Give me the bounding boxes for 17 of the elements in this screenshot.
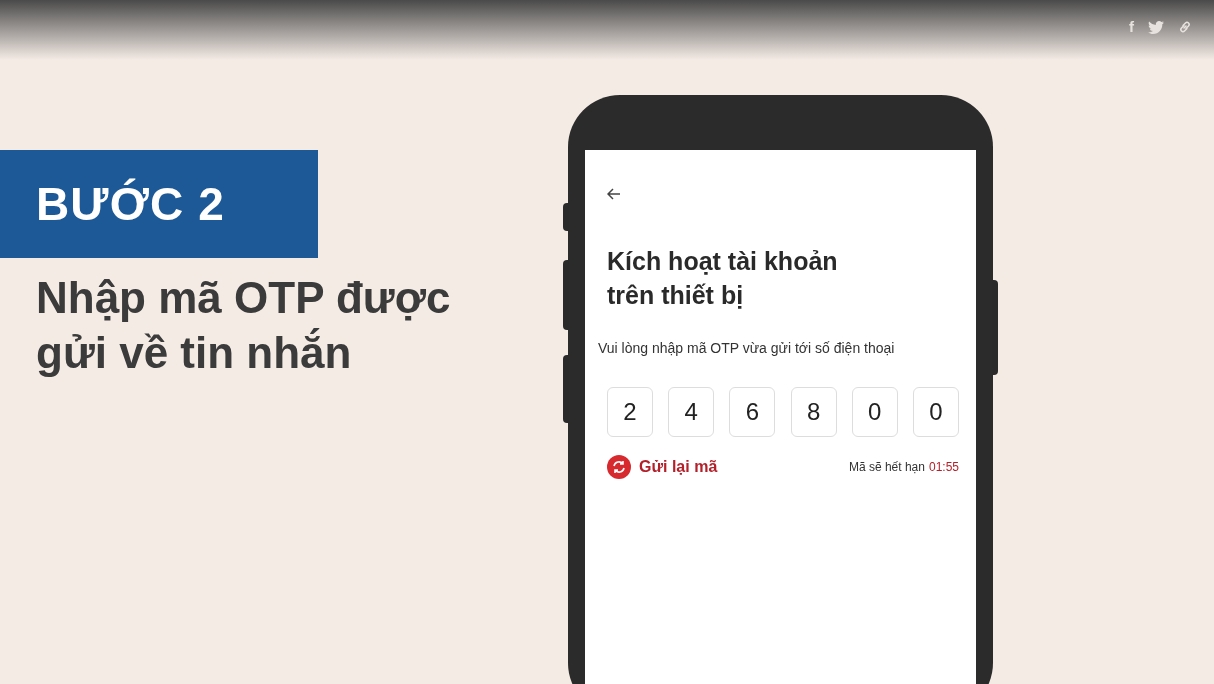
otp-digit-field[interactable]: 6 xyxy=(729,387,776,437)
otp-digit-field[interactable]: 2 xyxy=(607,387,653,437)
otp-digit-field[interactable]: 4 xyxy=(668,387,715,437)
back-arrow-icon[interactable] xyxy=(607,188,621,200)
step-banner: BƯỚC 2 xyxy=(0,150,318,258)
instruction-text: Vui lòng nhập mã OTP vừa gửi tới số điện thoại xyxy=(598,339,896,358)
refresh-icon[interactable] xyxy=(607,455,631,479)
otp-digit-field[interactable]: 8 xyxy=(790,387,837,437)
resend-link[interactable]: Gửi lại mã xyxy=(639,455,718,479)
link-icon[interactable] xyxy=(1178,20,1192,35)
expiry-label: Mã sẽ hết hạn xyxy=(848,459,925,476)
screen-title: Kích hoạt tài khoản trên thiết bị xyxy=(607,246,839,311)
otp-digit-field[interactable]: 0 xyxy=(851,387,898,437)
countdown-timer: 01:55 xyxy=(928,459,959,476)
otp-digit-field[interactable]: 0 xyxy=(912,387,959,437)
bird-icon[interactable] xyxy=(1148,20,1164,34)
step-description: Nhập mã OTP được gửi về tin nhắn xyxy=(36,272,452,379)
